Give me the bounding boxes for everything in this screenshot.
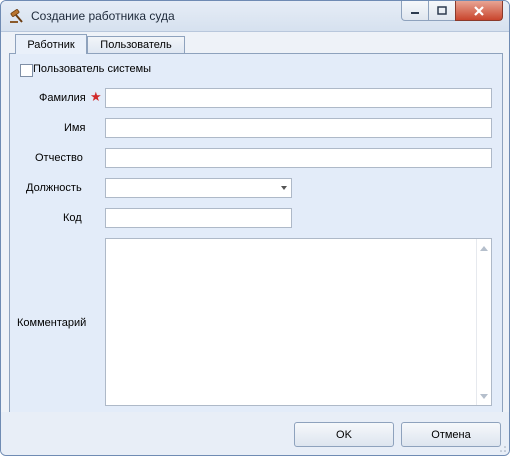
maximize-icon [437,5,447,15]
surname-label: Фамилия [39,92,86,104]
system-user-checkbox[interactable] [20,64,33,77]
required-star-icon: ★ [90,90,102,105]
comment-label: Комментарий [17,317,87,329]
gavel-icon [10,9,23,23]
comment-textarea[interactable] [105,238,492,406]
comment-scrollbar[interactable] [476,239,491,405]
ok-button[interactable]: OK [294,422,394,447]
scroll-up-icon[interactable] [480,246,488,251]
cancel-button[interactable]: Отмена [401,422,501,447]
chevron-down-icon[interactable] [281,186,287,190]
position-dropdown[interactable] [105,178,292,198]
tab-worker[interactable]: Работник [15,34,87,54]
maximize-button[interactable] [428,1,456,21]
position-label: Должность [26,182,82,194]
resize-grip-icon[interactable] [499,445,507,453]
tab-user[interactable]: Пользователь [87,36,185,53]
dialog-window: Создание работника суда Работник Пользов… [0,0,510,456]
system-user-label[interactable]: Пользователь системы [33,63,151,75]
name-label: Имя [64,122,86,134]
title-bar[interactable]: Создание работника суда [1,1,509,32]
cancel-button-label: Отмена [431,428,471,441]
tab-user-label: Пользователь [100,39,172,51]
code-label: Код [63,212,82,224]
surname-input[interactable] [105,88,492,108]
patronymic-label: Отчество [35,152,83,164]
tab-worker-label: Работник [27,38,75,51]
minimize-icon [411,11,419,14]
minimize-button[interactable] [401,1,429,21]
code-input[interactable] [105,208,292,228]
window-title: Создание работника суда [31,9,175,23]
scroll-down-icon[interactable] [480,394,488,399]
name-input[interactable] [105,118,492,138]
close-button[interactable] [455,1,503,21]
patronymic-input[interactable] [105,148,492,168]
ok-button-label: OK [336,428,352,441]
close-icon [474,5,484,16]
